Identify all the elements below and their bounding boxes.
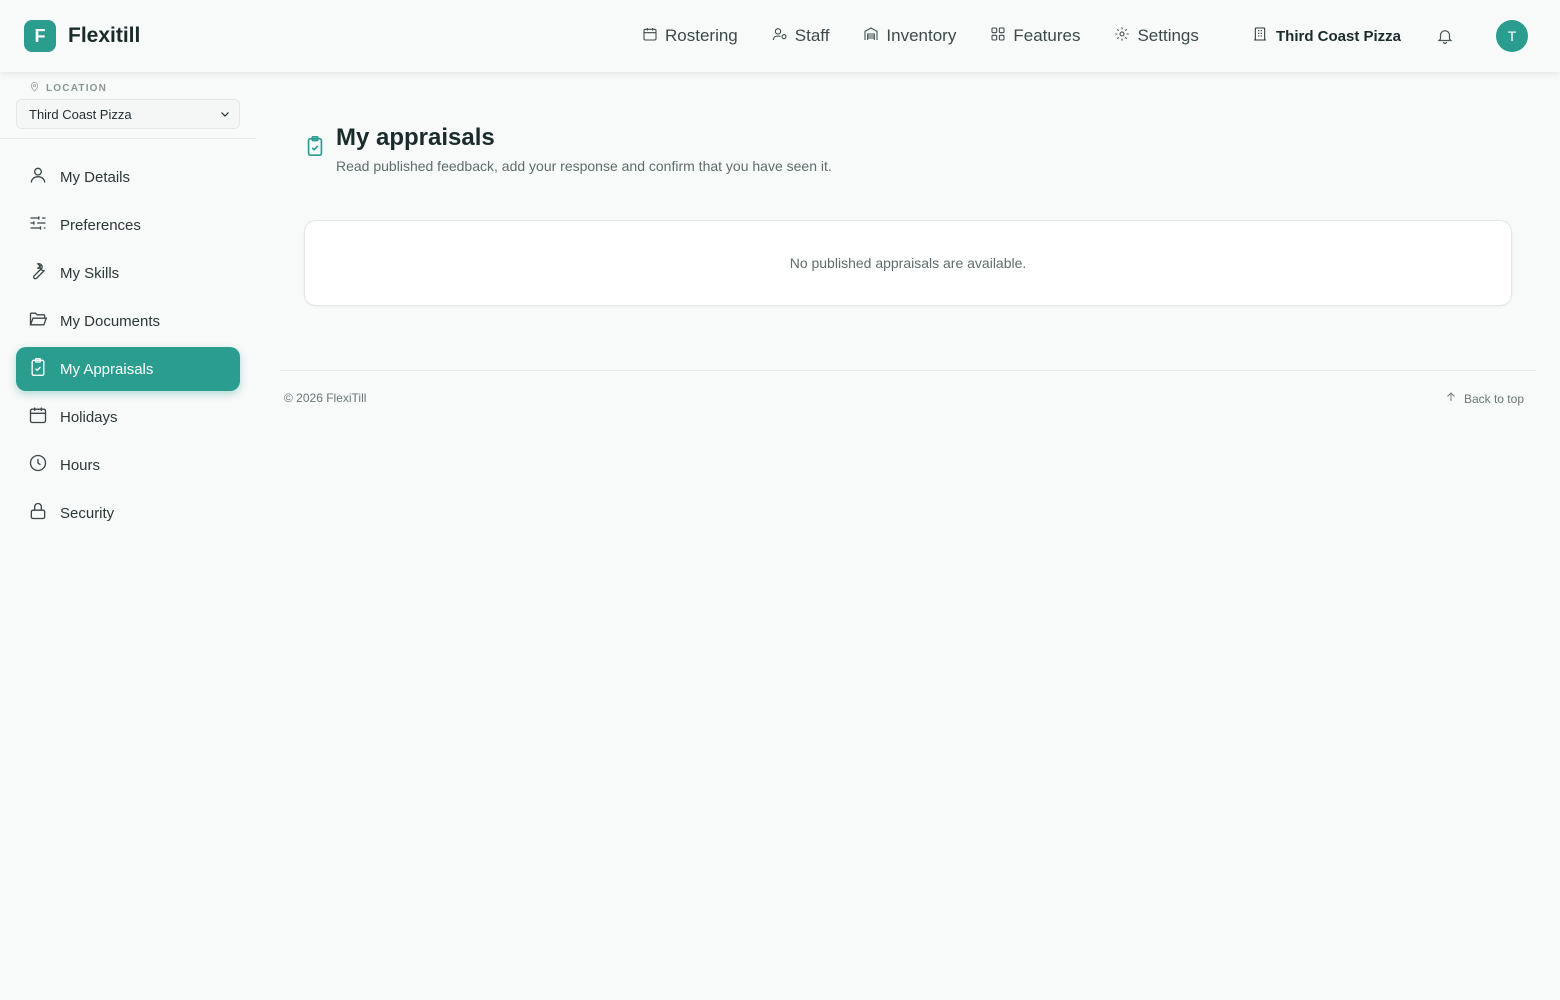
nav-features-label: Features	[1013, 26, 1081, 45]
location-select[interactable]: Third Coast Pizza	[16, 99, 240, 129]
sliders-icon	[28, 213, 60, 237]
folder-open-icon	[28, 309, 60, 333]
calendar-icon	[642, 26, 665, 47]
building-icon	[1252, 26, 1276, 46]
nav-inventory[interactable]: Inventory	[863, 26, 956, 47]
location-label-text: LOCATION	[46, 82, 108, 94]
calendar-days-icon	[28, 405, 60, 429]
location-select-value: Third Coast Pizza	[29, 106, 132, 122]
sidebar-item-my-details[interactable]: My Details	[16, 155, 240, 199]
map-pin-icon	[29, 81, 46, 95]
user-cog-icon	[772, 26, 795, 47]
sidebar-item-my-skills[interactable]: My Skills	[16, 251, 240, 295]
wrench-icon	[28, 261, 60, 285]
sidebar-item-label: My Appraisals	[60, 360, 154, 378]
page-header: My appraisals Read published feedback, a…	[304, 124, 832, 174]
sidebar-item-label: My Details	[60, 168, 131, 186]
nav-staff[interactable]: Staff	[772, 26, 830, 47]
sidebar: LOCATION Third Coast Pizza My Details Pr…	[0, 72, 256, 1000]
sidebar-item-label: Holidays	[60, 408, 118, 426]
sidebar-item-label: Security	[60, 504, 115, 522]
arrow-up-icon	[1445, 391, 1464, 406]
lock-icon	[28, 501, 60, 525]
top-navigation: Rostering Staff Inventory Features Setti…	[642, 0, 1233, 72]
brand-name: Flexitill	[68, 24, 141, 47]
notifications-button[interactable]	[1436, 27, 1454, 50]
location-label: LOCATION	[29, 81, 107, 95]
footer-divider	[280, 370, 1536, 371]
sidebar-item-hours[interactable]: Hours	[16, 443, 240, 487]
user-icon	[28, 165, 60, 189]
empty-state-card: No published appraisals are available.	[304, 220, 1512, 306]
sidebar-item-my-appraisals[interactable]: My Appraisals	[16, 347, 240, 391]
sidebar-item-my-documents[interactable]: My Documents	[16, 299, 240, 343]
sidebar-item-holidays[interactable]: Holidays	[16, 395, 240, 439]
sidebar-item-label: My Skills	[60, 264, 120, 282]
page-title: My appraisals	[336, 124, 495, 151]
nav-settings[interactable]: Settings	[1114, 26, 1199, 47]
sidebar-item-preferences[interactable]: Preferences	[16, 203, 240, 247]
sidebar-item-label: Preferences	[60, 216, 141, 234]
top-bar: F Flexitill Rostering Staff Inventory Fe…	[0, 0, 1560, 72]
sidebar-item-security[interactable]: Security	[16, 491, 240, 535]
empty-state-message: No published appraisals are available.	[789, 255, 1027, 271]
clipboard-check-icon	[304, 124, 326, 174]
gear-icon	[1114, 26, 1137, 47]
nav-features[interactable]: Features	[990, 26, 1080, 47]
brand[interactable]: F Flexitill	[24, 20, 140, 52]
location-switcher-label: Third Coast Pizza	[1276, 27, 1402, 45]
avatar[interactable]: T	[1496, 20, 1528, 52]
copyright: © 2026 FlexiTill	[284, 391, 367, 405]
nav-staff-label: Staff	[794, 26, 830, 45]
back-to-top-link[interactable]: Back to top	[1445, 391, 1524, 406]
back-to-top-label: Back to top	[1463, 391, 1524, 406]
nav-inventory-label: Inventory	[886, 26, 957, 45]
grid-icon	[990, 26, 1013, 47]
clipboard-check-icon	[28, 357, 60, 381]
warehouse-icon	[863, 26, 886, 47]
clock-icon	[28, 453, 60, 477]
nav-rostering-label: Rostering	[665, 26, 738, 45]
location-switcher[interactable]: Third Coast Pizza	[1252, 26, 1401, 46]
brand-logo: F	[24, 20, 56, 52]
nav-rostering[interactable]: Rostering	[642, 26, 738, 47]
chevron-down-icon	[219, 108, 231, 123]
sidebar-menu: My Details Preferences My Skills My Docu…	[16, 155, 240, 539]
page-subtitle: Read published feedback, add your respon…	[336, 158, 832, 174]
sidebar-item-label: Hours	[60, 456, 101, 474]
sidebar-divider	[0, 138, 256, 139]
sidebar-item-label: My Documents	[60, 312, 161, 330]
bell-icon	[1436, 30, 1454, 49]
nav-settings-label: Settings	[1137, 26, 1199, 45]
